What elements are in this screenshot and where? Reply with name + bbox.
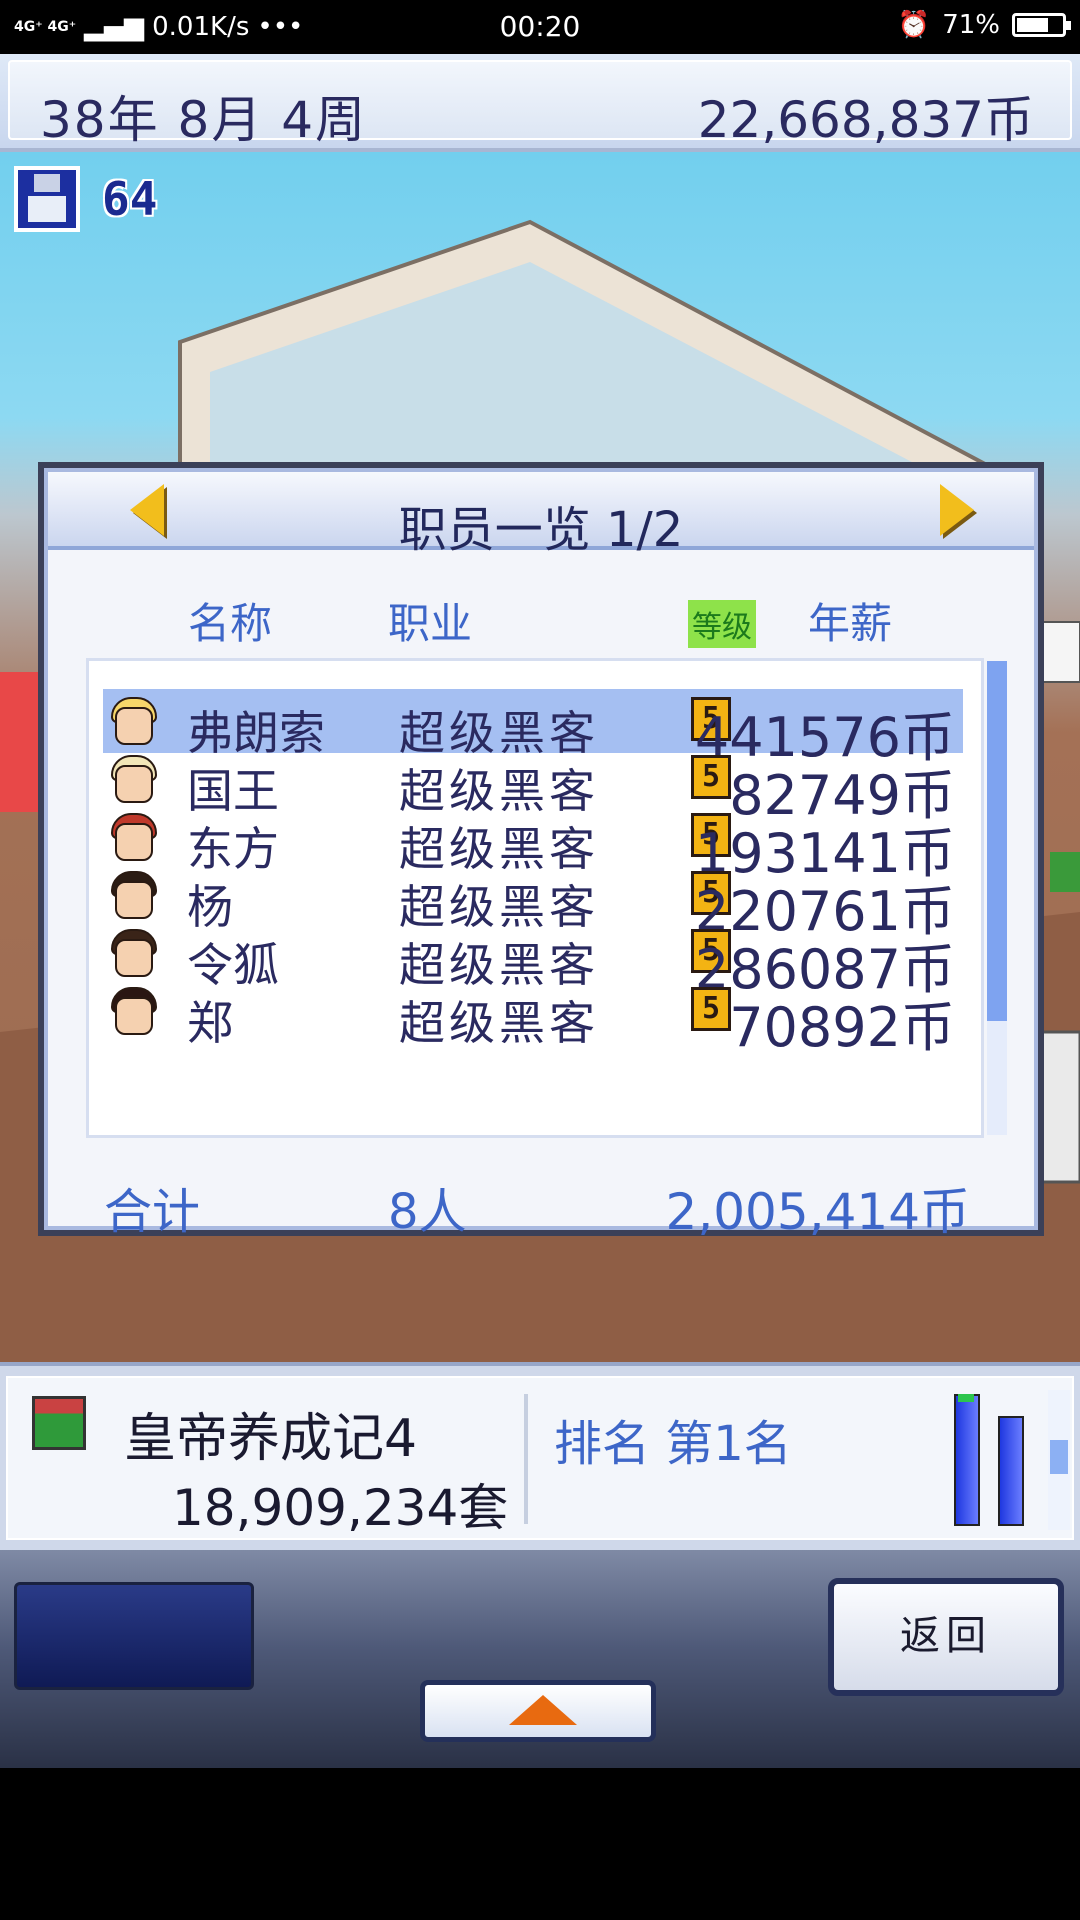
bottom-controls: 返回 [0,1550,1080,1768]
scrollbar-thumb[interactable] [987,661,1007,1021]
staff-list-dialog: 职员一览 1/2 名称 职业 等级 年薪 弗朗索 超级黑客 5 441576币 … [38,462,1044,1241]
staff-avatar-icon [107,865,161,925]
total-label: 合计 [104,1184,201,1240]
alarm-icon: ⏰ [897,10,931,40]
money-total: 22,668,837币 [697,91,1034,149]
column-header-salary: 年薪 [808,599,893,648]
menu-button[interactable] [14,1582,254,1690]
staff-avatar-icon [107,691,161,751]
sales-bar-icon [998,1416,1024,1526]
staff-row[interactable]: 弗朗索 超级黑客 5 441576币 [103,689,963,769]
battery-icon [1012,13,1071,37]
battery-fill [1017,18,1049,32]
total-salary: 2,005,414币 [665,1183,970,1241]
game-info-inner: 皇帝养成记4 18,909,234套 排名 第1名 [6,1376,1074,1540]
staff-row[interactable]: 东方 超级黑客 5 193141币 [103,805,963,885]
next-page-arrow-icon[interactable] [940,484,974,536]
staff-avatar-icon [107,807,161,867]
game-title: 皇帝养成记4 [124,1409,418,1469]
staff-row[interactable]: 国王 超级黑客 5 82749币 [103,747,963,827]
column-header-job: 职业 [388,599,473,648]
game-date: 38年 8月 4周 [40,91,368,149]
game-rank: 排名 第1名 [554,1416,792,1472]
column-header-level: 等级 [688,600,756,648]
staff-salary: 70892币 [729,996,955,1059]
save-count: 64 [102,172,158,226]
total-row: 合计 8人 2,005,414币 [48,1172,1034,1241]
back-button[interactable]: 返回 [828,1578,1064,1696]
dialog-title: 职员一览 1/2 [398,502,684,558]
system-nav-area [0,1768,1080,1920]
sales-bar-icon [954,1394,980,1526]
staff-avatar-icon [107,981,161,1041]
staff-row[interactable]: 杨 超级黑客 5 220761币 [103,863,963,943]
divider [524,1394,528,1524]
staff-avatar-icon [107,749,161,809]
game-info-panel: 皇帝养成记4 18,909,234套 排名 第1名 [0,1362,1080,1550]
total-count: 8人 [388,1184,467,1240]
staff-row[interactable]: 令狐 超级黑客 5 286087币 [103,921,963,1001]
save-indicator[interactable]: 64 [14,166,157,232]
up-arrow-icon [509,1695,577,1725]
game-sales: 18,909,234套 [172,1479,509,1537]
list-scrollbar[interactable] [987,661,1007,1135]
top-info-bar: 38年 8月 4周 22,668,837币 [0,54,1080,152]
top-info-panel: 38年 8月 4周 22,668,837币 [8,60,1072,149]
staff-name: 郑 [187,996,233,1050]
staff-row[interactable]: 郑 超级黑客 5 70892币 [103,979,963,1059]
staff-avatar-icon [107,923,161,983]
level-badge: 5 [691,987,731,1031]
dialog-header: 职员一览 1/2 [48,472,1034,558]
dialog-frame: 职员一览 1/2 名称 职业 等级 年薪 弗朗索 超级黑客 5 441576币 … [44,468,1038,1241]
staff-job: 超级黑客 [399,996,599,1050]
info-scrollbar-thumb[interactable] [1050,1440,1068,1474]
info-scrollbar[interactable] [1048,1390,1070,1530]
battery-percent: 71% [942,10,1000,40]
floppy-disk-icon[interactable] [14,166,80,232]
column-header-name: 名称 [188,599,273,648]
status-bar: 4G⁺ 4G⁺ ▂▄▆ 0.01K/s ••• 00:20 ⏰ 71% [0,0,1080,54]
game-cover-icon [32,1396,86,1450]
level-badge: 5 [691,755,731,799]
staff-list[interactable]: 弗朗索 超级黑客 5 441576币 国王 超级黑客 5 82749币 东方 超… [86,658,1007,1138]
expand-up-button[interactable] [420,1680,656,1742]
